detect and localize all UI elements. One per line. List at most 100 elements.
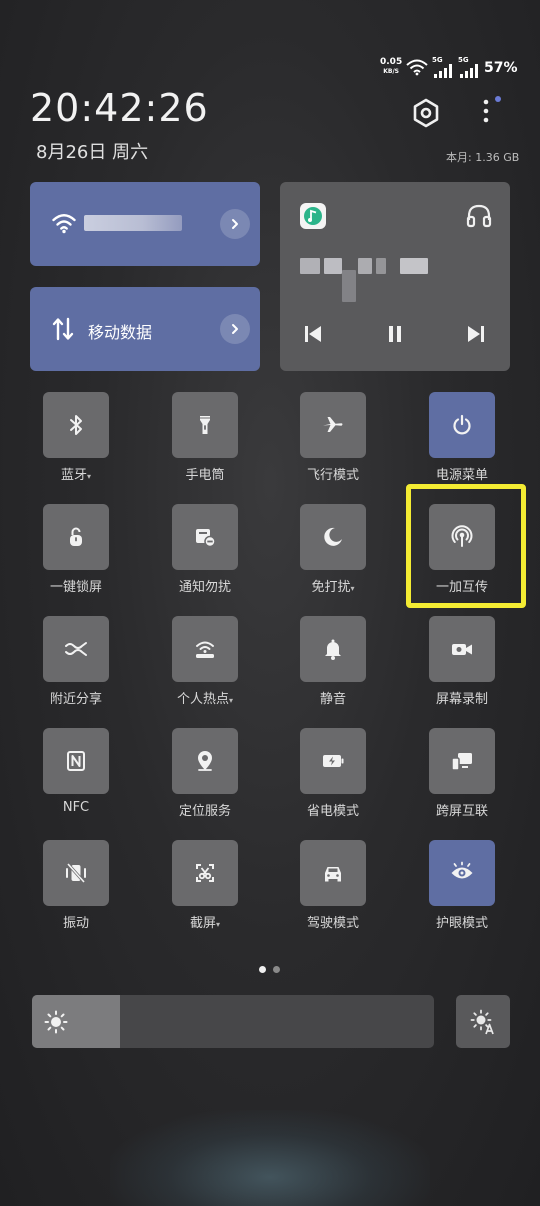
tile-nfc-button[interactable] — [43, 728, 109, 794]
tile-label-text: 通知勿扰 — [178, 580, 231, 595]
tile-nearby-share-button[interactable] — [43, 616, 109, 682]
location-icon — [198, 751, 212, 771]
tile-car-button[interactable] — [300, 840, 366, 906]
signal-icon-1 — [434, 64, 452, 78]
tile-flashlight-button[interactable] — [172, 392, 238, 458]
media-player-card[interactable] — [280, 182, 510, 371]
tile-label: 振动 — [26, 912, 126, 931]
chevron-right-icon — [232, 219, 238, 229]
tile-caret-icon[interactable]: ▾ — [351, 584, 355, 593]
mobile-data-card[interactable]: 移动数据 — [30, 287, 260, 371]
screenshot-icon — [196, 864, 214, 882]
tile-notification-block-button[interactable] — [172, 504, 238, 570]
previous-track-icon[interactable] — [304, 325, 322, 343]
tile-label-text: 定位服务 — [178, 804, 231, 819]
music-app-icon[interactable] — [300, 203, 326, 229]
pause-icon[interactable] — [386, 325, 404, 343]
tile-label: 省电模式 — [283, 800, 383, 819]
nearby-share-icon — [65, 642, 87, 656]
tile-label-text: 免打扰 — [311, 580, 351, 595]
settings-gear-icon[interactable] — [410, 97, 442, 129]
signal-icon-2 — [460, 64, 478, 78]
page-indicator-dot[interactable] — [273, 966, 280, 973]
vibrate-off-icon — [66, 863, 86, 883]
flashlight-icon — [200, 416, 210, 434]
wifi-icon — [52, 214, 76, 234]
wifi-expand-button[interactable] — [220, 209, 250, 239]
tile-label: 静音 — [283, 688, 383, 707]
tile-label-text: 静音 — [319, 692, 346, 707]
auto-brightness-icon — [470, 1009, 494, 1034]
tile-caret-icon[interactable]: ▾ — [229, 696, 233, 705]
tile-label: 飞行模式 — [283, 464, 383, 483]
page-indicator-dot-active[interactable] — [259, 966, 266, 973]
more-menu-icon[interactable] — [474, 96, 502, 128]
tile-label-text: 手电筒 — [185, 468, 225, 483]
tile-bluetooth-button[interactable] — [43, 392, 109, 458]
tile-hotspot-button[interactable] — [172, 616, 238, 682]
mobile-data-label: 移动数据 — [88, 323, 153, 342]
clock[interactable]: 20:42:26 — [30, 86, 209, 130]
network-speed-value: 0.05 — [380, 57, 403, 67]
multi-screen-icon — [451, 753, 472, 771]
tile-caret-icon[interactable]: ▾ — [216, 920, 220, 929]
tile-vibrate-off-button[interactable] — [43, 840, 109, 906]
notification-block-icon — [196, 529, 216, 548]
headphones-icon[interactable] — [466, 204, 492, 228]
tile-label-text: 一键锁屏 — [49, 580, 102, 595]
brightness-sun-icon — [44, 1010, 68, 1034]
tile-location-button[interactable] — [172, 728, 238, 794]
tile-caret-icon[interactable]: ▾ — [87, 472, 91, 481]
wifi-card[interactable] — [30, 182, 260, 266]
tile-bell-button[interactable] — [300, 616, 366, 682]
wifi-status-icon — [406, 59, 428, 76]
tile-label: 屏幕录制 — [412, 688, 512, 707]
tile-battery-saver-button[interactable] — [300, 728, 366, 794]
battery-saver-icon — [323, 755, 344, 767]
tile-label-text: 截屏 — [189, 916, 216, 931]
tile-label: 截屏▾ — [155, 912, 255, 931]
eye-icon — [451, 861, 473, 879]
tile-lock-button[interactable] — [43, 504, 109, 570]
auto-brightness-button[interactable] — [456, 995, 510, 1048]
tile-eye-button[interactable] — [429, 840, 495, 906]
tile-label-text: 蓝牙 — [60, 468, 87, 483]
mobile-data-icon — [52, 317, 74, 341]
tile-label-text: 个人热点 — [176, 692, 229, 707]
power-icon — [453, 414, 471, 435]
tile-label: 电源菜单 — [412, 464, 512, 483]
tile-label: 免打扰▾ — [283, 576, 383, 595]
lock-icon — [70, 527, 82, 546]
airplane-icon — [323, 417, 343, 432]
tile-label: NFC — [26, 800, 126, 815]
tile-label-text: 振动 — [62, 916, 89, 931]
tile-label-text: 飞行模式 — [306, 468, 359, 483]
brightness-slider[interactable] — [32, 995, 434, 1048]
next-track-icon[interactable] — [467, 325, 485, 343]
tile-label-text: 电源菜单 — [435, 468, 488, 483]
tile-moon-button[interactable] — [300, 504, 366, 570]
network-speed: 0.05 KB/S — [380, 58, 402, 76]
hotspot-icon — [196, 641, 214, 658]
tile-label: 蓝牙▾ — [26, 464, 126, 483]
tile-label-text: 跨屏互联 — [435, 804, 488, 819]
screen-record-icon — [452, 644, 472, 655]
chevron-right-icon — [232, 324, 238, 334]
tile-label-text: 省电模式 — [306, 804, 359, 819]
tile-label: 通知勿扰 — [155, 576, 255, 595]
date[interactable]: 8月26日 周六 — [36, 138, 148, 164]
tile-label: 手电筒 — [155, 464, 255, 483]
tile-label-text: 护眼模式 — [435, 916, 488, 931]
tile-screen-record-button[interactable] — [429, 616, 495, 682]
data-usage: 本月: 1.36 GB — [446, 151, 520, 164]
bell-icon — [325, 639, 341, 660]
tile-power-button[interactable] — [429, 392, 495, 458]
mobile-data-expand-button[interactable] — [220, 314, 250, 344]
tile-airplane-button[interactable] — [300, 392, 366, 458]
tile-screenshot-button[interactable] — [172, 840, 238, 906]
tile-label: 护眼模式 — [412, 912, 512, 931]
tile-label: 驾驶模式 — [283, 912, 383, 931]
bluetooth-icon — [70, 415, 82, 435]
tile-multi-screen-button[interactable] — [429, 728, 495, 794]
car-icon — [325, 867, 341, 882]
